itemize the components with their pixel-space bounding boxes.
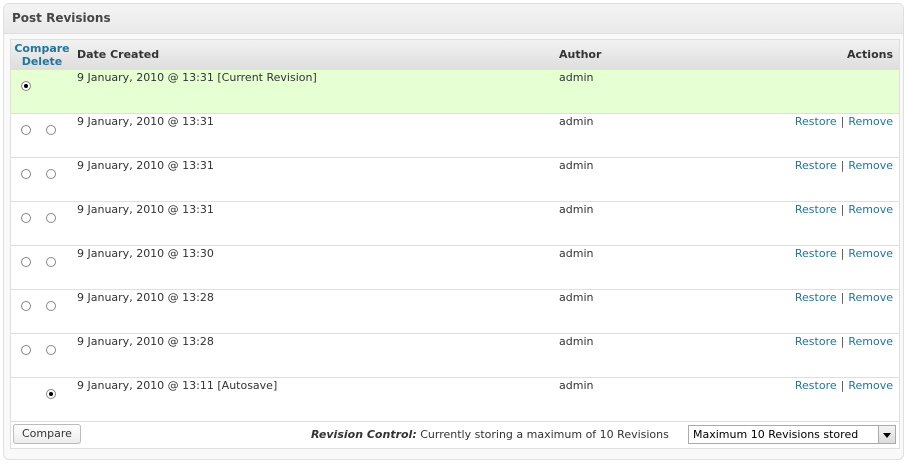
delete-radio[interactable] bbox=[46, 257, 56, 267]
revision-status: Revision Control: Currently storing a ma… bbox=[311, 428, 669, 441]
revision-date: 9 January, 2010 @ 13:31 bbox=[77, 159, 214, 172]
revision-date: 9 January, 2010 @ 13:28 bbox=[77, 335, 214, 348]
revision-date: 9 January, 2010 @ 13:28 bbox=[77, 291, 214, 304]
restore-link[interactable]: Restore bbox=[795, 247, 837, 260]
table-row: 9 January, 2010 @ 13:11 [Autosave] admin R… bbox=[11, 378, 899, 422]
restore-link[interactable]: Restore bbox=[795, 115, 837, 128]
revision-author: admin bbox=[559, 247, 594, 260]
revision-status-label: Revision Control: bbox=[311, 428, 417, 441]
revision-date: 9 January, 2010 @ 13:31 bbox=[77, 115, 214, 128]
revision-actions: Restore | Remove bbox=[795, 115, 893, 128]
revision-date: 9 January, 2010 @ 13:30 bbox=[77, 247, 214, 260]
table-row: 9 January, 2010 @ 13:31 admin Restore | Remo… bbox=[11, 158, 899, 202]
revision-author: admin bbox=[559, 115, 594, 128]
action-separator: | bbox=[840, 203, 845, 216]
delete-header: Delete bbox=[21, 55, 63, 68]
table-row: 9 January, 2010 @ 13:31 admin Restore | Remo… bbox=[11, 202, 899, 246]
remove-link[interactable]: Remove bbox=[848, 115, 893, 128]
restore-link[interactable]: Restore bbox=[795, 379, 837, 392]
remove-link[interactable]: Remove bbox=[848, 159, 893, 172]
revision-date: 9 January, 2010 @ 13:31 [Current Revisio… bbox=[77, 71, 317, 84]
action-separator: | bbox=[840, 291, 845, 304]
action-separator: | bbox=[840, 115, 845, 128]
revision-author: admin bbox=[559, 159, 594, 172]
actions-header: Actions bbox=[847, 48, 893, 61]
table-body: 9 January, 2010 @ 13:31 [Current Revisio… bbox=[11, 70, 899, 422]
box-title: Post Revisions bbox=[12, 11, 111, 25]
revision-author: admin bbox=[559, 379, 594, 392]
remove-link[interactable]: Remove bbox=[848, 335, 893, 348]
author-header: Author bbox=[559, 48, 602, 61]
action-separator: | bbox=[840, 247, 845, 260]
revision-author: admin bbox=[559, 291, 594, 304]
remove-link[interactable]: Remove bbox=[848, 291, 893, 304]
table-row: 9 January, 2010 @ 13:31 admin Restore | Remo… bbox=[11, 114, 899, 158]
date-created-header: Date Created bbox=[77, 48, 160, 61]
table-header: Compare Delete Date Created Author Actio… bbox=[11, 40, 899, 70]
compare-radio[interactable] bbox=[21, 213, 31, 223]
compare-radio[interactable] bbox=[21, 301, 31, 311]
compare-radio[interactable] bbox=[21, 81, 31, 91]
compare-delete-header: Compare Delete bbox=[13, 42, 71, 68]
revision-author: admin bbox=[559, 71, 594, 84]
delete-radio[interactable] bbox=[46, 169, 56, 179]
revision-date: 9 January, 2010 @ 13:31 bbox=[77, 203, 214, 216]
post-revisions-box: Post Revisions Compare Delete Date Creat… bbox=[3, 3, 904, 460]
revision-actions: Restore | Remove bbox=[795, 335, 893, 348]
restore-link[interactable]: Restore bbox=[795, 203, 837, 216]
table-row: 9 January, 2010 @ 13:28 admin Restore | Remo… bbox=[11, 334, 899, 378]
remove-link[interactable]: Remove bbox=[848, 379, 893, 392]
select-value: Maximum 10 Revisions stored bbox=[693, 428, 859, 441]
action-separator: | bbox=[840, 335, 845, 348]
revisions-limit-select[interactable]: Maximum 10 Revisions stored bbox=[688, 425, 896, 444]
revision-actions: Restore | Remove bbox=[795, 159, 893, 172]
compare-radio[interactable] bbox=[21, 125, 31, 135]
delete-radio[interactable] bbox=[46, 345, 56, 355]
restore-link[interactable]: Restore bbox=[795, 159, 837, 172]
remove-link[interactable]: Remove bbox=[848, 247, 893, 260]
table-row: 9 January, 2010 @ 13:28 admin Restore | Remo… bbox=[11, 290, 899, 334]
delete-radio[interactable] bbox=[46, 301, 56, 311]
compare-header: Compare bbox=[14, 42, 70, 55]
revision-actions: Restore | Remove bbox=[795, 247, 893, 260]
delete-radio[interactable] bbox=[46, 213, 56, 223]
compare-radio[interactable] bbox=[21, 345, 31, 355]
table-row: 9 January, 2010 @ 13:30 admin Restore | Remo… bbox=[11, 246, 899, 290]
revision-actions: Restore | Remove bbox=[795, 203, 893, 216]
action-separator: | bbox=[840, 379, 845, 392]
revision-actions: Restore | Remove bbox=[795, 379, 893, 392]
chevron-down-icon[interactable] bbox=[878, 426, 895, 443]
revision-author: admin bbox=[559, 335, 594, 348]
revision-date: 9 January, 2010 @ 13:11 [Autosave] bbox=[77, 379, 278, 392]
revisions-table: Compare Delete Date Created Author Actio… bbox=[10, 39, 900, 449]
restore-link[interactable]: Restore bbox=[795, 335, 837, 348]
compare-button[interactable]: Compare bbox=[13, 424, 81, 444]
table-footer: Compare Revision Control: Currently stor… bbox=[11, 422, 899, 448]
compare-radio[interactable] bbox=[21, 169, 31, 179]
restore-link[interactable]: Restore bbox=[795, 291, 837, 304]
compare-radio[interactable] bbox=[21, 257, 31, 267]
delete-radio[interactable] bbox=[46, 389, 56, 399]
revision-author: admin bbox=[559, 203, 594, 216]
revision-status-text: Currently storing a maximum of 10 Revisi… bbox=[420, 428, 669, 441]
box-header: Post Revisions bbox=[4, 4, 903, 34]
revision-actions: Restore | Remove bbox=[795, 291, 893, 304]
remove-link[interactable]: Remove bbox=[848, 203, 893, 216]
delete-radio[interactable] bbox=[46, 125, 56, 135]
current-revision-row: 9 January, 2010 @ 13:31 [Current Revisio… bbox=[11, 70, 899, 114]
action-separator: | bbox=[840, 159, 845, 172]
